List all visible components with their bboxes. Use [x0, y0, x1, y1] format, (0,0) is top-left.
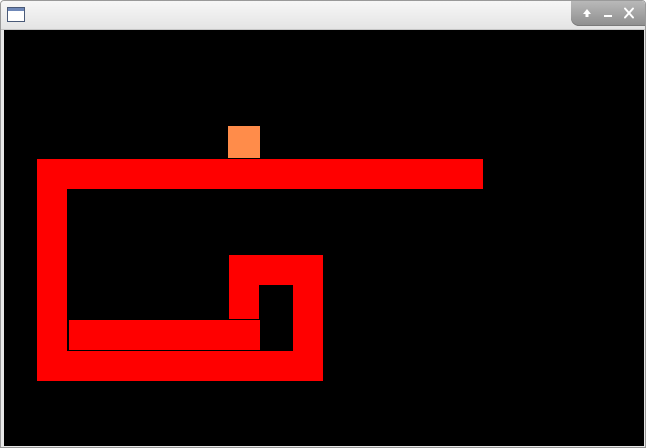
food-pellet: [228, 126, 260, 158]
window-icon: [7, 7, 25, 22]
close-icon[interactable]: [621, 6, 637, 20]
title-bar[interactable]: [1, 1, 645, 30]
snake-segment-bottom: [37, 351, 323, 381]
snake-segment-top: [37, 159, 483, 189]
maximize-icon[interactable]: [579, 6, 595, 20]
app-window: [0, 0, 646, 448]
snake-segment-left: [37, 159, 67, 381]
game-board[interactable]: [4, 30, 644, 446]
snake-segment-tail: [68, 319, 261, 351]
minimize-icon[interactable]: [600, 6, 616, 20]
window-controls: [571, 1, 645, 26]
